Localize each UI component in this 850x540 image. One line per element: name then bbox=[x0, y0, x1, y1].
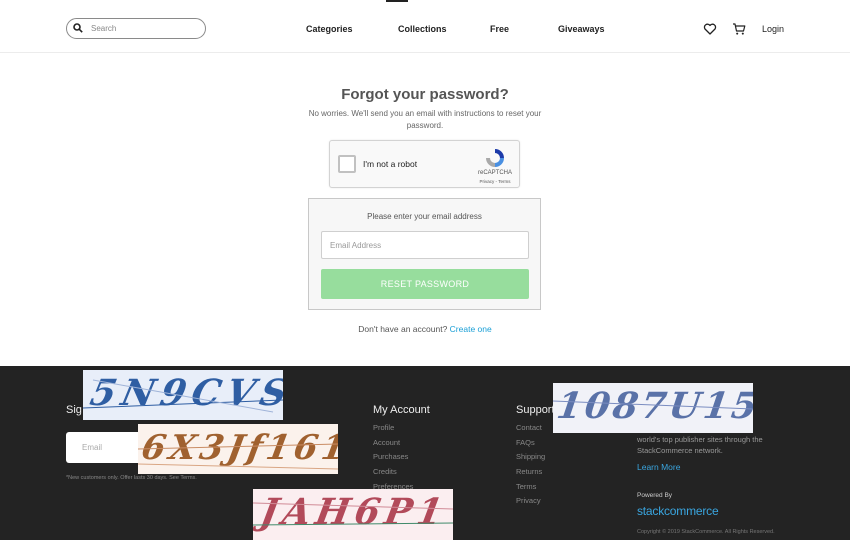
footer-link-terms[interactable]: Terms bbox=[516, 482, 536, 491]
form-label: Please enter your email address bbox=[367, 212, 482, 221]
captcha-image-2: 6X3Jf161 bbox=[138, 424, 338, 474]
copyright: Copyright © 2019 StackCommerce. All Righ… bbox=[637, 529, 775, 535]
nav-collections[interactable]: Collections bbox=[398, 24, 447, 34]
recaptcha-terms-link[interactable]: Privacy - Terms bbox=[475, 179, 515, 184]
logo-fragment bbox=[386, 0, 408, 2]
signup-heading: Sig bbox=[66, 404, 82, 416]
cart-icon[interactable] bbox=[732, 22, 746, 36]
no-account-text: Don't have an account? bbox=[358, 324, 448, 334]
my-account-heading: My Account bbox=[373, 404, 430, 416]
about-text: world's top publisher sites through the … bbox=[637, 435, 763, 455]
footer-link-purchases[interactable]: Purchases bbox=[373, 452, 408, 461]
recaptcha-widget: I'm not a robot reCAPTCHA Privacy - Term… bbox=[329, 140, 520, 188]
site-header: Categories Collections Free Giveaways Lo… bbox=[0, 0, 850, 53]
footer-link-contact[interactable]: Contact bbox=[516, 423, 542, 432]
recaptcha-brand: reCAPTCHA bbox=[477, 170, 512, 176]
recaptcha-label: I'm not a robot bbox=[363, 159, 418, 169]
captcha-image-1: 5N9CVS bbox=[83, 370, 283, 420]
search-icon bbox=[73, 20, 83, 38]
create-account-link[interactable]: Create one bbox=[450, 324, 492, 334]
page: Categories Collections Free Giveaways Lo… bbox=[0, 0, 850, 540]
footer-link-account[interactable]: Account bbox=[373, 438, 400, 447]
recaptcha-checkbox[interactable] bbox=[338, 155, 356, 173]
footer-link-credits[interactable]: Credits bbox=[373, 467, 397, 476]
reset-form: Please enter your email address RESET PA… bbox=[308, 198, 541, 310]
signup-note: *New customers only. Offer lasts 30 days… bbox=[66, 475, 197, 481]
nav-giveaways[interactable]: Giveaways bbox=[558, 24, 605, 34]
support-heading: Support bbox=[516, 404, 555, 416]
heart-icon[interactable] bbox=[703, 22, 717, 36]
recaptcha-logo-icon bbox=[484, 147, 506, 169]
nav-categories[interactable]: Categories bbox=[306, 24, 353, 34]
captcha-image-4: JAH6P1 bbox=[253, 489, 453, 540]
footer-link-profile[interactable]: Profile bbox=[373, 423, 394, 432]
page-subtitle: No worries. We'll send you an email with… bbox=[308, 109, 542, 130]
search-input[interactable] bbox=[91, 24, 191, 33]
page-title: Forgot your password? bbox=[341, 86, 509, 103]
login-link[interactable]: Login bbox=[762, 24, 784, 34]
captcha-image-3: 1087U15 bbox=[553, 383, 753, 433]
footer-link-shipping[interactable]: Shipping bbox=[516, 452, 545, 461]
nav-free[interactable]: Free bbox=[490, 24, 509, 34]
search-box[interactable] bbox=[66, 18, 206, 39]
reset-password-button[interactable]: RESET PASSWORD bbox=[321, 269, 529, 299]
footer-link-returns[interactable]: Returns bbox=[516, 467, 542, 476]
footer-link-faqs[interactable]: FAQs bbox=[516, 438, 535, 447]
email-field[interactable] bbox=[321, 231, 529, 259]
powered-by: Powered By bbox=[637, 492, 673, 499]
footer-link-privacy[interactable]: Privacy bbox=[516, 496, 541, 505]
stackcommerce-logo: stackcommerce bbox=[637, 504, 719, 518]
no-account-line: Don't have an account? Create one bbox=[0, 324, 850, 334]
learn-more-link[interactable]: Learn More bbox=[637, 462, 680, 472]
